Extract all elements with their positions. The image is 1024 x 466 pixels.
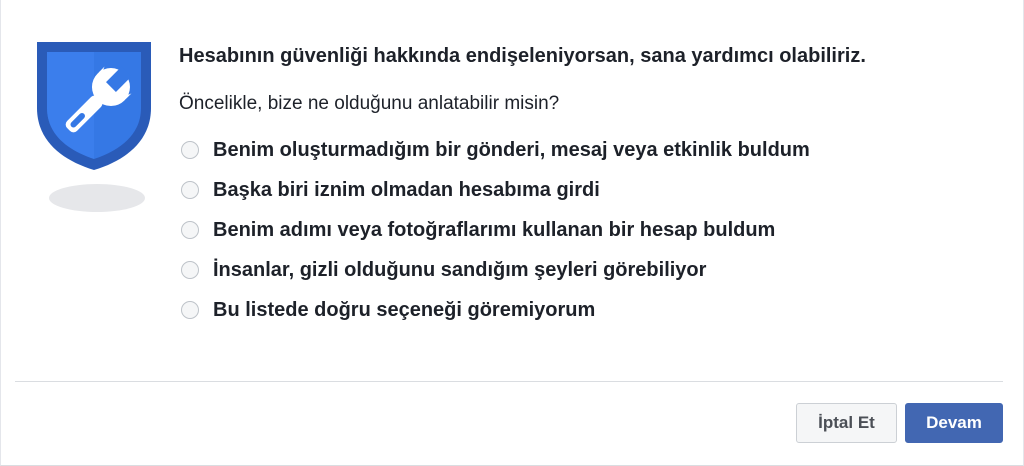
dialog-content: Hesabının güvenliği hakkında endişeleniy… bbox=[179, 40, 999, 330]
option-impersonation[interactable]: Benim adımı veya fotoğraflarımı kullanan… bbox=[181, 210, 999, 250]
option-label: Benim adımı veya fotoğraflarımı kullanan… bbox=[213, 218, 776, 241]
option-label: İnsanlar, gizli olduğunu sandığım şeyler… bbox=[213, 258, 707, 281]
dialog-footer: İptal Et Devam bbox=[796, 403, 1003, 443]
option-account-accessed[interactable]: Başka biri iznim olmadan hesabıma girdi bbox=[181, 170, 999, 210]
continue-button[interactable]: Devam bbox=[905, 403, 1003, 443]
radio-button[interactable] bbox=[181, 141, 199, 159]
dialog-question: Öncelikle, bize ne olduğunu anlatabilir … bbox=[179, 93, 560, 114]
option-privacy-exposure[interactable]: İnsanlar, gizli olduğunu sandığım şeyler… bbox=[181, 250, 999, 290]
radio-button[interactable] bbox=[181, 181, 199, 199]
cancel-button[interactable]: İptal Et bbox=[796, 403, 897, 443]
radio-button[interactable] bbox=[181, 221, 199, 239]
option-label: Bu listede doğru seçeneği göremiyorum bbox=[213, 298, 596, 321]
option-label: Benim oluşturmadığım bir gönderi, mesaj … bbox=[213, 138, 810, 161]
option-label: Başka biri iznim olmadan hesabıma girdi bbox=[213, 178, 600, 201]
dialog-headline: Hesabının güvenliği hakkında endişeleniy… bbox=[179, 45, 866, 67]
shield-wrench-icon bbox=[37, 42, 151, 170]
options-list: Benim oluşturmadığım bir gönderi, mesaj … bbox=[179, 130, 999, 330]
security-illustration bbox=[31, 40, 157, 216]
option-not-listed[interactable]: Bu listede doğru seçeneği göremiyorum bbox=[181, 290, 999, 330]
footer-divider bbox=[15, 381, 1003, 382]
security-help-dialog: Hesabının güvenliği hakkında endişeleniy… bbox=[0, 0, 1024, 466]
shield-shadow bbox=[49, 184, 145, 212]
option-unrecognized-activity[interactable]: Benim oluşturmadığım bir gönderi, mesaj … bbox=[181, 130, 999, 170]
radio-button[interactable] bbox=[181, 301, 199, 319]
radio-button[interactable] bbox=[181, 261, 199, 279]
